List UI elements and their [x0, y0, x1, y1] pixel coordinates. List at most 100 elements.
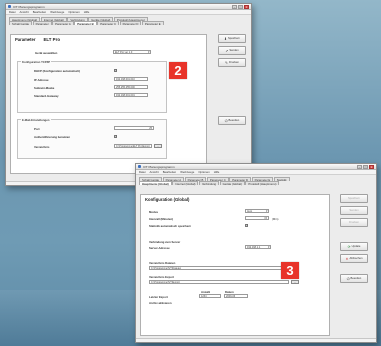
interval-row: Intervall (Minuten) [149, 217, 173, 221]
save-button-disabled[interactable]: Speichern [340, 194, 368, 203]
exit-button[interactable]: ⏻ Beenden [340, 274, 368, 283]
tab-active[interactable]: Parameter B [74, 21, 97, 25]
menu-item[interactable]: Ansicht [20, 10, 29, 14]
send-button-label: Senden [229, 49, 239, 52]
tab-active[interactable]: Hauptmenu (Global) [139, 181, 172, 185]
window-title: IVT Planungsprogramm [13, 4, 45, 9]
cancel-button-label: Abbrechen [349, 257, 363, 260]
send-button-disabled[interactable]: Senden [340, 206, 368, 215]
menu-item[interactable]: Werkzeuge [50, 10, 64, 14]
interval-field[interactable]: 15 [245, 216, 269, 220]
exit-button-label: Beenden [228, 119, 240, 122]
close-icon[interactable]: × [244, 4, 249, 9]
tcpip-group: Konfiguration TCP/IP DHCP (Konfiguration… [17, 60, 167, 113]
subnet-label: Subnetz-Maske [34, 86, 55, 90]
menu-item[interactable]: Optionen [198, 170, 209, 174]
menu-item[interactable]: Datei [139, 170, 146, 174]
interval-unit: (Min) [272, 217, 278, 221]
tab[interactable]: Schalt Geräte [9, 21, 33, 25]
send-button[interactable]: ➚ Senden [218, 46, 246, 55]
export-dir-browse-button[interactable]: ... [291, 280, 299, 284]
gateway-row: Standard-Gateway [34, 94, 59, 98]
menu-item[interactable]: Datei [9, 10, 16, 14]
last-export-date[interactable]: 2009-06 [224, 294, 248, 298]
save-button-label: Speichern [347, 197, 361, 200]
last-export-count[interactable]: 1234 [199, 294, 221, 298]
device-row: Gerät auswählen [35, 51, 57, 55]
menu-item[interactable]: Werkzeuge [180, 170, 194, 174]
close-icon[interactable]: × [369, 164, 374, 169]
server-address-select[interactable]: 192.168.1.1 [245, 245, 271, 249]
save-button[interactable]: ⬇ Speichern [218, 34, 246, 43]
cancel-button[interactable]: ✕ Abbrechen [340, 254, 368, 263]
callout-badge-2: 2 [169, 62, 187, 79]
maximize-icon[interactable]: □ [238, 4, 243, 9]
files-dir-label: Verzeichnis Dateien [149, 261, 176, 265]
exit-icon: ⏻ [224, 118, 228, 123]
dhcp-label: DHCP (Konfiguration automatisch) [34, 69, 81, 73]
callout-badge-3: 3 [281, 262, 299, 279]
tab[interactable]: Protokoll (Hauptmenu) [245, 181, 280, 185]
menu-item[interactable]: Ansicht [150, 170, 159, 174]
maximize-icon[interactable]: □ [363, 164, 368, 169]
email-group-label: E-Mail-Einstellungen [21, 118, 51, 122]
dhcp-checkbox[interactable]: ✓ [114, 69, 117, 72]
tab[interactable]: Parameter C [97, 21, 120, 25]
port-row: Port [34, 127, 40, 131]
window-title: IVT Planungsprogramm [143, 164, 175, 169]
menu-item[interactable]: Optionen [68, 10, 79, 14]
tab[interactable]: Geräte (Global) [219, 181, 245, 185]
send-button-label: Senden [349, 209, 359, 212]
auth-checkbox[interactable]: ✓ [114, 135, 117, 138]
print-button-label: Drucken [229, 61, 240, 64]
browse-button[interactable]: ... [154, 144, 162, 148]
print-button-disabled[interactable]: Drucken [340, 218, 368, 227]
parameters-panel: Parameter ELT Pro Gerät auswählen ELT Pr… [10, 34, 207, 174]
send-icon: ➚ [225, 48, 229, 53]
minimize-icon[interactable]: – [232, 4, 237, 9]
gateway-field[interactable]: 192.168.001.001 [114, 93, 148, 97]
autosave-row: Statistik automatisch speichern [149, 224, 191, 228]
server-address-row: Server-Adresse [149, 246, 170, 250]
menu-item[interactable]: Bearbeiten [33, 10, 47, 14]
menu-item[interactable]: Hilfe [84, 10, 90, 14]
export-dir-row: Verzeichnis Export [149, 275, 174, 279]
ip-field[interactable]: 192.168.001.010 [114, 77, 148, 81]
subnet-field[interactable]: 255.255.255.000 [114, 85, 148, 89]
settings-window-parameters: IVT Planungsprogramm – □ × Datei Ansicht… [5, 3, 252, 186]
menu-item[interactable]: Hilfe [214, 170, 220, 174]
print-button[interactable]: ✎ Drucken [218, 58, 246, 67]
print-icon: ✎ [224, 60, 228, 65]
server-address-label: Server-Adresse [149, 246, 170, 250]
files-dir-row: Verzeichnis Dateien [149, 261, 175, 265]
save-icon: ⬇ [223, 36, 227, 41]
minimize-icon[interactable]: – [357, 164, 362, 169]
autosave-checkbox[interactable]: ✓ [245, 224, 248, 227]
cancel-icon: ✕ [345, 256, 349, 261]
device-select[interactable]: ELT Pro ver 1.0 [113, 50, 151, 54]
export-dir-field[interactable]: C:\Programme\IVT\Export [149, 280, 289, 284]
files-dir-field[interactable]: C:\Programme\IVT\Dateien [149, 266, 289, 270]
panel-header: Konfiguration (Global) [141, 195, 329, 204]
menu-item[interactable]: Bearbeiten [163, 170, 177, 174]
subnet-row: Subnetz-Maske [34, 86, 54, 90]
gateway-label: Standard-Gateway [34, 94, 59, 98]
tab[interactable]: Parameter [32, 21, 52, 25]
auth-row: Authentifizierung benutzen [34, 135, 70, 139]
server-connection-row: Verbindung zum Server [149, 240, 180, 244]
update-button[interactable]: ⟳ Update [340, 242, 368, 251]
port-field[interactable]: 25 [114, 126, 154, 130]
tab[interactable]: Internet (Global) [172, 181, 199, 185]
tab[interactable]: Parameter D [119, 21, 142, 25]
tab[interactable]: Parameter A [52, 21, 74, 25]
settings-window-global: IVT Planungsprogramm – □ × Datei Ansicht… [135, 163, 377, 343]
update-button-label: Update [351, 245, 361, 248]
tcpip-group-label: Konfiguration TCP/IP [21, 60, 52, 64]
exit-button[interactable]: ⏻ Beenden [218, 116, 246, 125]
tab[interactable]: Parameter E [141, 21, 164, 25]
directory-field[interactable]: C:\Programme\ELT Pro\Export [114, 144, 152, 148]
mode-select[interactable]: Auto [245, 209, 269, 213]
tab[interactable]: Verbindung [198, 181, 220, 185]
last-export-row: Letzter Export [149, 295, 168, 299]
directory-label: Verzeichnis [34, 145, 50, 149]
